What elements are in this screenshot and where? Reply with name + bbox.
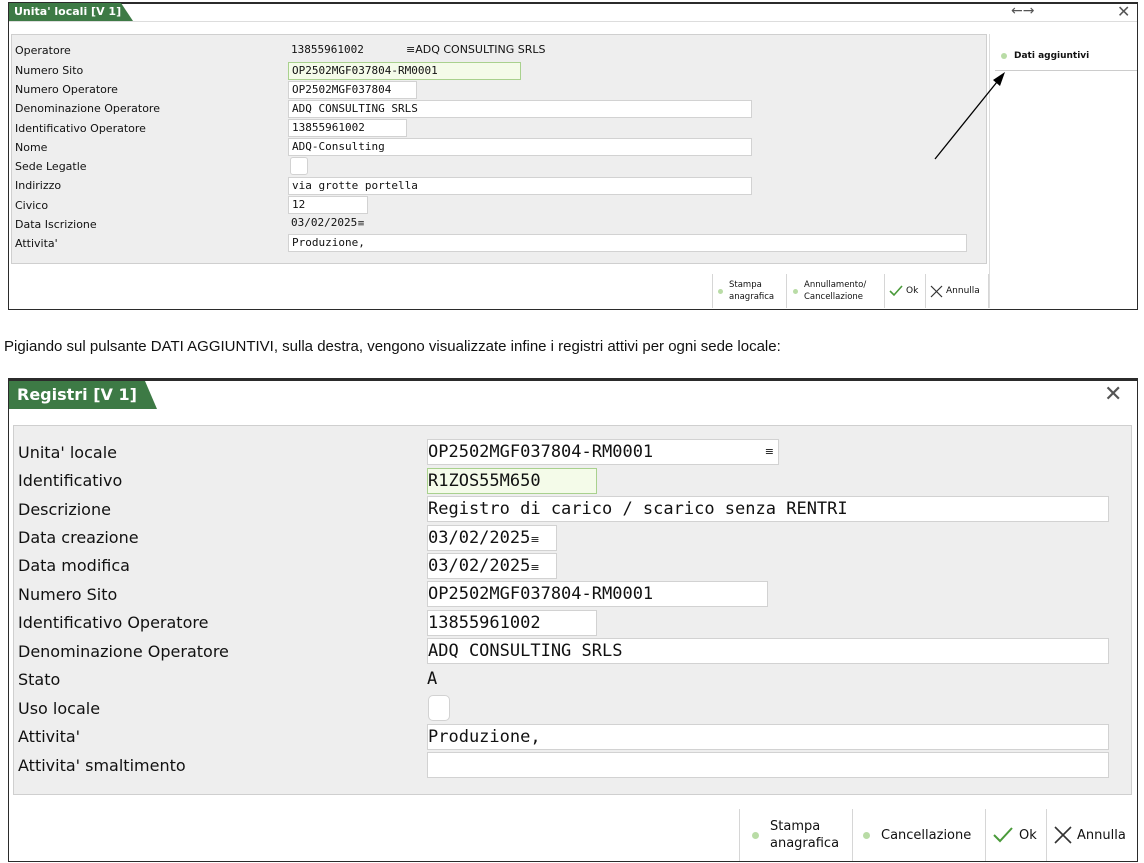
data-modifica-value: 03/02/2025 <box>428 556 531 576</box>
label-sede-legale: Sede Legatle <box>15 160 87 173</box>
annullamento-cancellazione-button[interactable]: Annullamento/Cancellazione <box>787 274 883 308</box>
label-numero-sito: Numero Sito <box>18 585 118 604</box>
dot-icon <box>863 831 870 839</box>
stampa-label: Stampa <box>729 280 762 290</box>
label-attivita: Attivita' <box>18 727 81 746</box>
cancellazione-label: Cancellazione <box>881 827 972 843</box>
dot-icon <box>1001 52 1007 59</box>
numero-sito-field[interactable]: OP2502MGF037804-RM0001 <box>427 581 768 607</box>
annulla-label: Annulla <box>946 286 980 296</box>
label-operatore: Operatore <box>15 44 71 57</box>
label-data-creazione: Data creazione <box>18 528 139 547</box>
label-indirizzo: Indirizzo <box>15 179 62 192</box>
attivita-field[interactable]: Produzione, <box>288 234 967 252</box>
window-title-tab: Unita' locali [V 1] <box>9 3 133 21</box>
label-unita-locale: Unita' locale <box>18 443 117 462</box>
attivita-field[interactable]: Produzione, <box>427 724 1109 750</box>
sede-legale-checkbox[interactable] <box>290 157 308 175</box>
dot-icon <box>793 288 798 294</box>
cancellazione-button[interactable]: Cancellazione <box>853 809 985 861</box>
attivita-smaltimento-field[interactable] <box>427 752 1109 778</box>
label-civico: Civico <box>15 199 49 212</box>
stampa-label: Stampa <box>770 819 821 834</box>
label-identificativo: Identificativo <box>18 471 123 490</box>
data-iscrizione-value: 03/02/2025 <box>291 216 358 229</box>
identificativo-operatore-field[interactable]: 13855961002 <box>288 119 407 137</box>
dot-icon <box>752 831 759 839</box>
label-data-iscrizione: Data Iscrizione <box>15 218 97 231</box>
data-modifica-field[interactable]: 03/02/2025≡ <box>427 553 557 579</box>
close-icon[interactable]: ✕ <box>1104 382 1122 407</box>
label-attivita-smaltimento: Attivita' smaltimento <box>18 756 186 775</box>
denominazione-operatore-field[interactable]: ADQ CONSULTING SRLS <box>288 100 752 118</box>
denominazione-operatore-field[interactable]: ADQ CONSULTING SRLS <box>427 638 1109 664</box>
data-creazione-value: 03/02/2025 <box>428 528 531 548</box>
ok-label: Ok <box>1019 827 1037 843</box>
dati-aggiuntivi-button[interactable]: Dati aggiuntivi <box>995 41 1137 71</box>
descrizione-field[interactable]: Registro di carico / scarico senza RENTR… <box>427 496 1109 522</box>
dot-icon <box>718 288 723 294</box>
annulla-button[interactable]: Annulla <box>926 274 988 308</box>
ok-button[interactable]: Ok <box>885 274 925 308</box>
side-panel <box>989 34 1138 308</box>
lookup-icon[interactable]: ≡ <box>765 440 774 464</box>
window-title: Registri [V 1] <box>17 385 137 404</box>
annulla-button[interactable]: Annulla <box>1047 809 1137 861</box>
numero-operatore-field[interactable]: OP2502MGF037804 <box>288 81 417 99</box>
x-icon <box>930 285 943 297</box>
unita-locali-window: Unita' locali [V 1] ←→ ✕ Dati aggiuntivi… <box>8 2 1138 310</box>
close-icon[interactable]: ✕ <box>1117 2 1130 21</box>
calendar-icon[interactable]: ≡ <box>357 219 365 229</box>
cancellazione-label: Cancellazione <box>804 292 864 302</box>
separator <box>739 809 740 861</box>
label-numero-sito: Numero Sito <box>15 64 84 77</box>
data-iscrizione-field[interactable]: 03/02/2025≡ <box>288 215 376 233</box>
label-descrizione: Descrizione <box>18 500 111 519</box>
x-icon <box>1054 826 1072 844</box>
label-nome: Nome <box>15 141 48 154</box>
indirizzo-field[interactable]: via grotte portella <box>288 177 752 195</box>
anagrafica-label: anagrafica <box>770 836 840 851</box>
label-data-modifica: Data modifica <box>18 556 130 575</box>
data-creazione-field[interactable]: 03/02/2025≡ <box>427 525 557 551</box>
label-uso-locale: Uso locale <box>18 699 101 718</box>
window-title: Unita' locali [V 1] <box>14 5 122 18</box>
stampa-anagrafica-button[interactable]: Stampa anagrafica <box>713 274 785 308</box>
nome-field[interactable]: ADQ-Consulting <box>288 138 752 156</box>
caption-text: Pigiando sul pulsante DATI AGGIUNTIVI, s… <box>4 338 781 355</box>
ok-label: Ok <box>906 286 919 296</box>
nav-arrows-icon[interactable]: ←→ <box>1011 3 1034 19</box>
check-icon <box>993 827 1013 843</box>
label-attivita: Attivita' <box>15 237 58 250</box>
annotation-arrow <box>934 72 1005 160</box>
calendar-icon[interactable]: ≡ <box>530 561 539 574</box>
identificativo-operatore-field[interactable]: 13855961002 <box>427 610 597 636</box>
annulla-label: Annulla <box>1077 827 1126 843</box>
unita-locale-field[interactable]: OP2502MGF037804-RM0001 ≡ <box>427 439 779 465</box>
unita-locale-value: OP2502MGF037804-RM0001 <box>428 442 654 462</box>
check-icon <box>889 285 903 297</box>
operatore-value[interactable]: 13855961002 <box>291 43 364 56</box>
window-title-tab: Registri [V 1] <box>9 381 157 409</box>
label-identificativo-operatore: Identificativo Operatore <box>18 613 209 632</box>
label-denominazione-operatore: Denominazione Operatore <box>18 642 229 661</box>
stato-field[interactable]: A <box>427 667 439 693</box>
ok-button[interactable]: Ok <box>986 809 1045 861</box>
label-denominazione-operatore: Denominazione Operatore <box>15 102 160 115</box>
anagrafica-label: anagrafica <box>729 292 775 302</box>
civico-field[interactable]: 12 <box>288 196 368 214</box>
label-stato: Stato <box>18 670 61 689</box>
dati-aggiuntivi-label: Dati aggiuntivi <box>1014 50 1090 61</box>
uso-locale-checkbox[interactable] <box>428 695 450 721</box>
calendar-icon[interactable]: ≡ <box>530 533 539 546</box>
stampa-anagrafica-button[interactable]: Stampa anagrafica <box>741 809 851 861</box>
label-identificativo-operatore: Identificativo Operatore <box>15 122 146 135</box>
label-numero-operatore: Numero Operatore <box>15 83 118 96</box>
numero-sito-field[interactable]: OP2502MGF037804-RM0001 <box>288 62 521 80</box>
operatore-name: ≡ADQ CONSULTING SRLS <box>406 43 546 56</box>
separator <box>988 274 989 308</box>
registri-window: Registri [V 1] ✕ Unita' locale Identific… <box>8 378 1138 862</box>
annullamento-label: Annullamento/ <box>804 280 867 290</box>
identificativo-field[interactable]: R1ZOS55M650 <box>427 468 597 494</box>
